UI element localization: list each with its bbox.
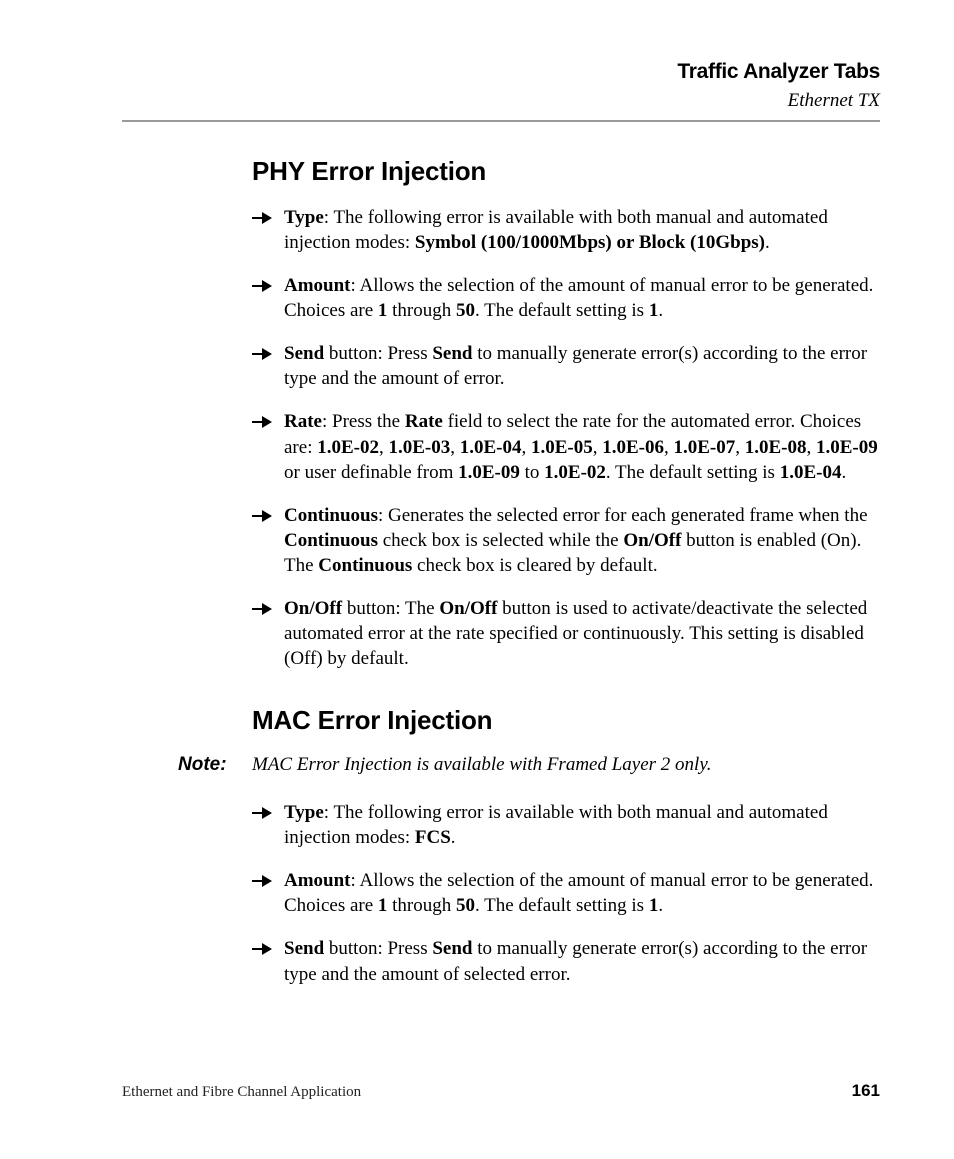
heading-phy-error-injection: PHY Error Injection (252, 156, 880, 187)
text: button: Press (324, 938, 432, 959)
text: , (806, 437, 816, 458)
rate-to: 1.0E-02 (544, 462, 606, 483)
arrow-icon (252, 942, 272, 956)
word-onoff: On/Off (623, 530, 681, 551)
arrow-icon (252, 509, 272, 523)
arrow-icon (252, 279, 272, 293)
list-item: Type: The following error is available w… (252, 800, 880, 850)
label-continuous: Continuous (284, 505, 378, 526)
arrow-icon (252, 347, 272, 361)
note-label: Note: (178, 754, 252, 776)
text: , (593, 437, 603, 458)
footer: Ethernet and Fibre Channel Application 1… (122, 1081, 880, 1101)
text: . (658, 895, 663, 916)
page: Traffic Analyzer Tabs Ethernet TX PHY Er… (0, 0, 954, 1159)
list-item: Rate: Press the Rate field to select the… (252, 409, 880, 484)
text: check box is cleared by default. (412, 555, 657, 576)
text: check box is selected while the (378, 530, 623, 551)
arrow-icon (252, 874, 272, 888)
text: button: The (342, 598, 439, 619)
text: : Press the (322, 411, 405, 432)
list-item: Amount: Allows the selection of the amou… (252, 868, 880, 918)
text: , (735, 437, 745, 458)
text: button: Press (324, 343, 432, 364)
list-item: Continuous: Generates the selected error… (252, 503, 880, 578)
rate-value: 1.0E-03 (388, 437, 450, 458)
value-default: 1 (649, 895, 659, 916)
text: : Generates the selected error for each … (378, 505, 868, 526)
list-item: On/Off button: The On/Off button is used… (252, 596, 880, 671)
text: . (451, 827, 456, 848)
word-onoff: On/Off (439, 598, 497, 619)
list-item: Send button: Press Send to manually gene… (252, 936, 880, 986)
list-item: Amount: Allows the selection of the amou… (252, 273, 880, 323)
text: : The following error is available with … (284, 802, 828, 848)
header: Traffic Analyzer Tabs Ethernet TX (122, 60, 880, 122)
footer-title: Ethernet and Fibre Channel Application (122, 1084, 361, 1101)
text: . (658, 300, 663, 321)
label-send-btn: Send (432, 343, 472, 364)
rate-value: 1.0E-08 (745, 437, 807, 458)
text: . The default setting is (606, 462, 780, 483)
rate-default: 1.0E-04 (780, 462, 842, 483)
note-text: MAC Error Injection is available with Fr… (252, 754, 711, 776)
header-title: Traffic Analyzer Tabs (122, 60, 880, 84)
label-rate-field: Rate (405, 411, 443, 432)
rate-value: 1.0E-07 (673, 437, 735, 458)
label-amount: Amount (284, 870, 351, 891)
list-item: Send button: Press Send to manually gene… (252, 341, 880, 391)
text: . The default setting is (475, 300, 649, 321)
word-continuous: Continuous (318, 555, 412, 576)
text: . (765, 232, 770, 253)
note: Note: MAC Error Injection is available w… (178, 754, 880, 776)
rate-from: 1.0E-09 (458, 462, 520, 483)
rate-value: 1.0E-06 (602, 437, 664, 458)
text: . The default setting is (475, 895, 649, 916)
label-type: Type (284, 802, 324, 823)
arrow-icon (252, 211, 272, 225)
text: . (841, 462, 846, 483)
text: through (387, 895, 456, 916)
label-send: Send (284, 343, 324, 364)
arrow-icon (252, 806, 272, 820)
value-mode: FCS (415, 827, 451, 848)
word-continuous: Continuous (284, 530, 378, 551)
list-item: Type: The following error is available w… (252, 205, 880, 255)
label-rate: Rate (284, 411, 322, 432)
text: or user definable from (284, 462, 458, 483)
mac-bullet-list: Type: The following error is available w… (252, 800, 880, 986)
value-max: 50 (456, 895, 475, 916)
rate-value: 1.0E-05 (531, 437, 593, 458)
phy-bullet-list: Type: The following error is available w… (252, 205, 880, 671)
value-default: 1 (649, 300, 659, 321)
arrow-icon (252, 415, 272, 429)
body: PHY Error Injection Type: The following … (122, 156, 880, 987)
rate-value: 1.0E-04 (460, 437, 522, 458)
rate-value: 1.0E-02 (317, 437, 379, 458)
value-min: 1 (378, 300, 388, 321)
heading-mac-error-injection: MAC Error Injection (252, 705, 880, 736)
page-number: 161 (852, 1081, 880, 1101)
text: through (387, 300, 456, 321)
value-mode: Symbol (100/1000Mbps) or Block (10Gbps) (415, 232, 765, 253)
text: to (520, 462, 544, 483)
header-subtitle: Ethernet TX (122, 90, 880, 112)
label-type: Type (284, 207, 324, 228)
label-send: Send (284, 938, 324, 959)
text: , (521, 437, 531, 458)
text: , (450, 437, 460, 458)
label-send-btn: Send (432, 938, 472, 959)
value-max: 50 (456, 300, 475, 321)
label-onoff: On/Off (284, 598, 342, 619)
arrow-icon (252, 602, 272, 616)
value-min: 1 (378, 895, 388, 916)
rate-value: 1.0E-09 (816, 437, 878, 458)
header-rule (122, 120, 880, 122)
label-amount: Amount (284, 275, 351, 296)
